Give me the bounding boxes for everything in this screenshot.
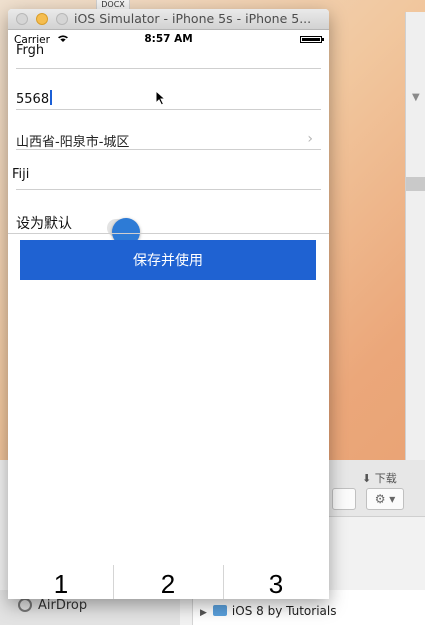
region-value: 山西省-阳泉市-城区 [16, 135, 130, 150]
text-cursor [50, 90, 53, 105]
phone-value: 5568 [16, 92, 50, 107]
divider [16, 149, 321, 150]
phone-screen: Carrier 8:57 AM Frgh 5568 山西省-阳泉市-城区 › F… [8, 30, 329, 599]
name-field[interactable]: Frgh [16, 43, 321, 58]
folder-icon [212, 605, 227, 616]
window-titlebar[interactable]: iOS Simulator - iPhone 5s - iPhone 5... [8, 9, 329, 30]
phone-field[interactable]: 5568 [16, 90, 321, 107]
divider [16, 68, 321, 69]
address-field[interactable]: Fiji [12, 167, 317, 182]
chevron-right-icon: › [307, 131, 313, 147]
tab-2[interactable]: 2 [115, 569, 221, 599]
disclosure-triangle-icon: ▼ [412, 92, 420, 103]
default-label: 设为默认 [16, 216, 72, 232]
mouse-pointer-icon [155, 90, 167, 106]
download-label[interactable]: ⬇ 下载 [362, 470, 397, 486]
minimize-button[interactable] [36, 13, 48, 25]
sidebar-item-airdrop[interactable]: AirDrop [18, 598, 87, 613]
divider [16, 109, 321, 110]
zoom-button[interactable] [56, 13, 68, 25]
tab-divider [113, 565, 114, 599]
tab-1[interactable]: 1 [8, 569, 114, 599]
background-selection-strip [406, 177, 425, 191]
view-select[interactable] [332, 488, 356, 510]
folder-item[interactable]: ▶ iOS 8 by Tutorials [200, 604, 336, 618]
divider [16, 189, 321, 190]
tab-3[interactable]: 3 [223, 569, 329, 599]
save-and-use-button[interactable]: 保存并使用 [20, 240, 316, 280]
tab-bar: 1 2 3 [8, 565, 329, 599]
disclosure-triangle-icon[interactable]: ▶ [200, 608, 207, 618]
close-button[interactable] [16, 13, 28, 25]
battery-icon [300, 36, 324, 43]
gear-button[interactable]: ⚙ ▾ [366, 488, 404, 510]
divider [8, 233, 329, 234]
download-icon: ⬇ [362, 472, 372, 485]
simulator-window: iOS Simulator - iPhone 5s - iPhone 5... … [8, 9, 329, 599]
window-title: iOS Simulator - iPhone 5s - iPhone 5... [74, 11, 312, 26]
gear-icon: ⚙ [374, 492, 386, 506]
region-selector[interactable]: 山西省-阳泉市-城区 › [16, 131, 321, 150]
airdrop-icon [18, 598, 32, 612]
